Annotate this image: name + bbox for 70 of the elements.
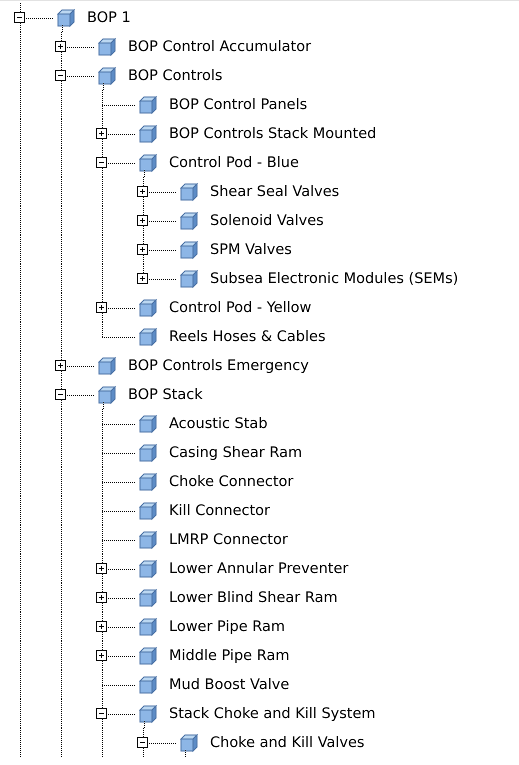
cube-icon: [138, 152, 158, 172]
cube-icon: [138, 616, 158, 636]
expand-toggle[interactable]: [55, 70, 66, 80]
cube-icon: [138, 674, 158, 694]
tree-item[interactable]: Solenoid Valves: [210, 212, 324, 228]
tree-item[interactable]: Lower Blind Shear Ram: [169, 590, 338, 606]
cube-icon: [138, 500, 158, 520]
cube-icon: [179, 182, 199, 202]
expand-toggle[interactable]: [137, 186, 148, 196]
cube-icon: [138, 442, 158, 462]
expand-toggle[interactable]: [137, 244, 148, 254]
cube-icon: [179, 268, 199, 288]
expand-toggle[interactable]: [55, 360, 66, 370]
tree-item[interactable]: LMRP Connector: [169, 532, 288, 548]
tree-item[interactable]: Acoustic Stab: [169, 416, 268, 432]
tree-item[interactable]: Choke Connector: [169, 474, 294, 490]
cube-icon: [138, 558, 158, 578]
cube-icon: [138, 326, 158, 346]
tree-item[interactable]: SPM Valves: [210, 242, 292, 258]
tree-item[interactable]: Shear Seal Valves: [210, 184, 340, 200]
tree-item[interactable]: BOP Controls: [128, 68, 222, 84]
cube-icon: [179, 732, 199, 752]
expand-toggle[interactable]: [137, 272, 148, 284]
cube-icon: [138, 530, 158, 550]
expand-toggle[interactable]: [96, 156, 107, 168]
cube-icon: [138, 298, 158, 318]
expand-toggle[interactable]: [96, 302, 107, 312]
cube-icon: [138, 588, 158, 608]
cube-icon: [138, 94, 158, 114]
cube-icon: [97, 36, 117, 56]
expand-toggle[interactable]: [137, 214, 148, 226]
tree-item[interactable]: BOP Control Accumulator: [128, 38, 312, 54]
cube-icon: [138, 472, 158, 492]
tree-item[interactable]: Middle Pipe Ram: [169, 648, 290, 664]
expand-toggle[interactable]: [96, 128, 107, 138]
tree-item[interactable]: Control Pod - Blue: [169, 154, 299, 170]
expand-toggle[interactable]: [55, 40, 66, 52]
cube-icon: [138, 704, 158, 724]
cube-icon: [179, 240, 199, 260]
tree-item[interactable]: BOP 1: [87, 10, 131, 26]
expand-toggle[interactable]: [137, 736, 148, 748]
cube-icon: [97, 384, 117, 404]
tree-item[interactable]: Casing Shear Ram: [169, 444, 302, 460]
cube-icon: [97, 356, 117, 376]
tree-item[interactable]: Control Pod - Yellow: [169, 300, 312, 316]
tree-item[interactable]: BOP Control Panels: [169, 96, 308, 112]
tree-item[interactable]: Stack Choke and Kill System: [169, 706, 376, 722]
tree-item[interactable]: Subsea Electronic Modules (SEMs): [210, 270, 458, 286]
tree-item[interactable]: Mud Boost Valve: [169, 676, 290, 692]
expand-toggle[interactable]: [96, 562, 107, 574]
expand-toggle[interactable]: [96, 620, 107, 632]
cube-icon: [56, 8, 76, 28]
tree-item[interactable]: BOP Controls Stack Mounted: [169, 126, 376, 142]
expand-toggle[interactable]: [96, 708, 107, 718]
cube-icon: [138, 414, 158, 434]
expand-toggle[interactable]: [14, 12, 25, 22]
tree-item[interactable]: Reels Hoses & Cables: [169, 328, 326, 344]
cube-icon: [138, 124, 158, 144]
tree-item[interactable]: Lower Pipe Ram: [169, 618, 285, 634]
tree-item[interactable]: Choke and Kill Valves: [210, 734, 364, 750]
expand-toggle[interactable]: [96, 592, 107, 602]
tree-item[interactable]: BOP Stack: [128, 386, 203, 402]
expand-toggle[interactable]: [55, 388, 66, 400]
tree-item[interactable]: BOP Controls Emergency: [128, 358, 309, 374]
cube-icon: [179, 210, 199, 230]
tree-item[interactable]: Lower Annular Preventer: [169, 560, 348, 576]
cube-icon: [138, 646, 158, 666]
expand-toggle[interactable]: [96, 650, 107, 660]
tree-item[interactable]: Kill Connector: [169, 502, 270, 518]
cube-icon: [97, 66, 117, 86]
